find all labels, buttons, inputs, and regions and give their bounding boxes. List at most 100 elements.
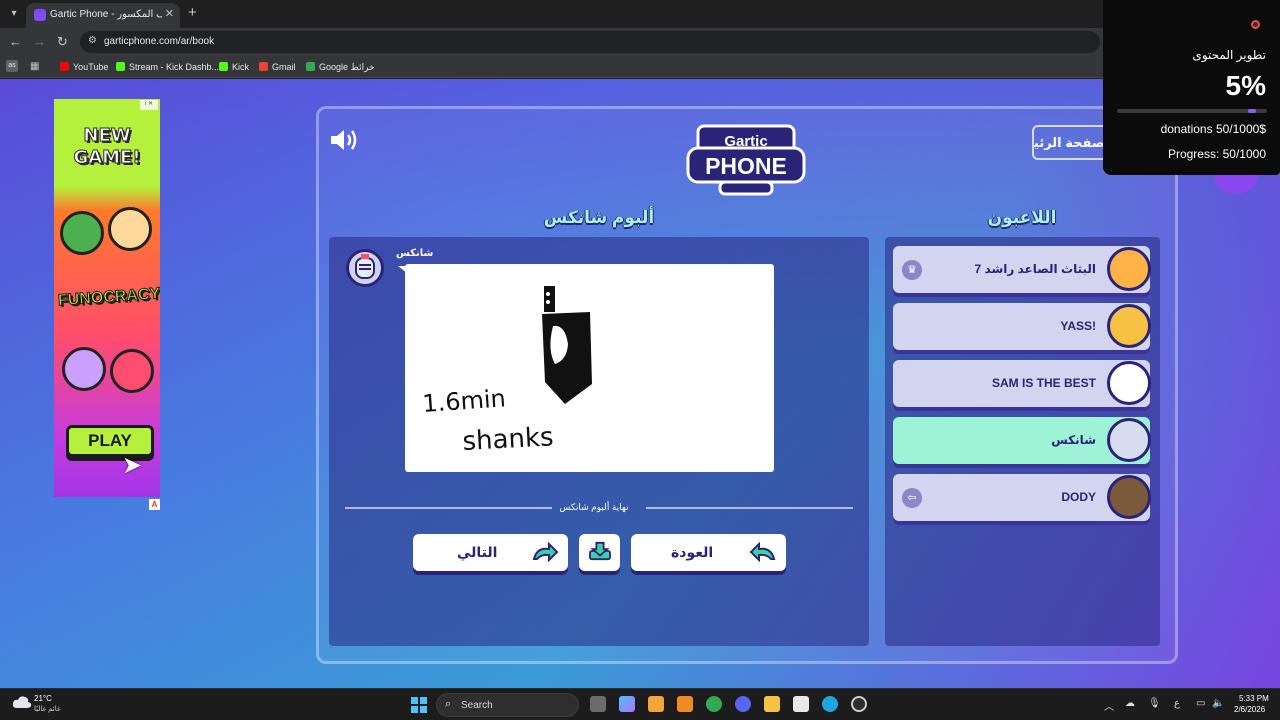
site-info-icon[interactable]: ⚙ bbox=[88, 35, 97, 46]
kick-player-icon[interactable]: ⇦ bbox=[902, 488, 922, 508]
copilot-icon[interactable] bbox=[619, 696, 635, 712]
bookmark-kick[interactable]: Kick bbox=[219, 60, 249, 74]
logo-line2: PHONE bbox=[705, 153, 787, 179]
network-icon[interactable]: ▭ bbox=[1196, 698, 1205, 709]
back-button-label: العودة bbox=[671, 544, 714, 560]
tab-active[interactable]: Gartic Phone - الهاتف المكسور ✕ bbox=[26, 3, 180, 28]
bookmark-google-maps[interactable]: Google خرائط bbox=[306, 60, 375, 74]
volume-icon[interactable] bbox=[329, 127, 359, 153]
player-row[interactable]: شانكس bbox=[893, 417, 1151, 464]
player-avatar bbox=[1107, 475, 1151, 519]
angry-character-icon bbox=[110, 349, 154, 393]
player-name: DODY bbox=[1061, 490, 1096, 504]
knight-helmet-icon bbox=[355, 254, 375, 279]
tray-chevron-icon[interactable]: ︿ bbox=[1104, 698, 1114, 713]
player-name: البثاث الصاعد راشد 7 bbox=[974, 262, 1096, 276]
crown-icon[interactable]: ♛ bbox=[902, 260, 922, 280]
gartic-favicon-icon bbox=[34, 9, 46, 21]
bookmark-label: Stream - Kick Dashb... bbox=[129, 62, 220, 72]
tab-strip: ▾ Gartic Phone - الهاتف المكسور ✕ + bbox=[0, 0, 1280, 28]
taskbar-search[interactable]: ⌕ Search bbox=[436, 693, 579, 717]
player-row[interactable]: DODY ⇦ bbox=[893, 474, 1151, 521]
progress-fill bbox=[1248, 109, 1256, 113]
obs-icon[interactable] bbox=[851, 696, 867, 712]
player-row[interactable]: البثاث الصاعد راشد 7 ♛ bbox=[893, 246, 1151, 293]
app-notification-icon[interactable] bbox=[648, 696, 664, 712]
forward-button[interactable]: → bbox=[33, 34, 46, 49]
back-button-game[interactable]: العودة bbox=[631, 534, 786, 571]
chrome-icon[interactable] bbox=[706, 696, 722, 712]
vlc-icon[interactable] bbox=[677, 696, 693, 712]
apps-grid-icon[interactable]: ▦ bbox=[30, 61, 39, 72]
record-icon bbox=[1251, 20, 1260, 29]
tab-title: Gartic Phone - الهاتف المكسور bbox=[50, 9, 162, 20]
kick-icon bbox=[219, 62, 228, 71]
download-icon bbox=[589, 541, 611, 561]
knight-avatar bbox=[346, 249, 384, 287]
player-avatar bbox=[1107, 418, 1151, 462]
speaker-icon[interactable]: 🔈 bbox=[1212, 698, 1224, 709]
new-tab-button[interactable]: + bbox=[188, 4, 197, 21]
player-name: SAM IS THE BEST bbox=[991, 376, 1096, 390]
player-name: !YASS bbox=[1060, 319, 1096, 333]
tab-close-icon[interactable]: ✕ bbox=[165, 7, 174, 20]
ad-logo: FUNOCRACY bbox=[57, 285, 160, 310]
advertisement[interactable]: i ✕ NEW GAME! FUNOCRACY PLAY ➤ bbox=[54, 99, 160, 497]
player-row[interactable]: !YASS bbox=[893, 303, 1151, 350]
bearded-character-icon bbox=[62, 347, 106, 391]
ad-title: NEW GAME! bbox=[73, 125, 141, 169]
file-explorer-icon[interactable] bbox=[764, 696, 780, 712]
bookmarks-bar: as ▦ YouTube Stream - Kick Dashb... Kick… bbox=[0, 56, 1280, 78]
address-bar[interactable]: ⚙ garticphone.com/ar/book bbox=[80, 31, 1100, 53]
discord-icon[interactable] bbox=[735, 696, 751, 712]
drawing-text-1: 1.6min bbox=[421, 384, 506, 418]
player-row[interactable]: SAM IS THE BEST bbox=[893, 360, 1151, 407]
search-label: Search bbox=[461, 700, 493, 711]
bookmark-kick-dashboard[interactable]: Stream - Kick Dashb... bbox=[116, 60, 219, 74]
logo-line1: Gartic bbox=[724, 133, 767, 150]
reload-button[interactable]: ↻ bbox=[57, 34, 68, 50]
next-button[interactable]: التالي bbox=[413, 534, 568, 571]
gmail-icon bbox=[259, 62, 268, 71]
player-avatar bbox=[1107, 247, 1151, 291]
weather-desc: غائم غالبًا bbox=[34, 706, 61, 713]
browser-toolbar: ← → ↻ ⚙ garticphone.com/ar/book bbox=[0, 28, 1280, 56]
windows-start-icon[interactable] bbox=[411, 697, 427, 713]
donation-overlay: تطوير المحتوى 5% donations 50/1000$ Prog… bbox=[1103, 0, 1280, 175]
maps-icon bbox=[306, 62, 315, 71]
progress-line: Progress: 50/1000 bbox=[1167, 147, 1266, 161]
players-title: اللاعبون bbox=[987, 208, 1057, 227]
bookmark-label: Gmail bbox=[272, 62, 296, 72]
edge-icon[interactable] bbox=[822, 696, 838, 712]
thumbs-up-character-icon bbox=[60, 211, 104, 255]
microphone-icon[interactable]: 🎙 bbox=[1148, 698, 1161, 709]
clock-date[interactable]: 2/6/2026 bbox=[1234, 705, 1265, 714]
back-button[interactable]: ← bbox=[9, 34, 22, 49]
adchoices-icon[interactable]: A bbox=[149, 499, 160, 510]
download-button[interactable] bbox=[579, 534, 620, 571]
bookmark-youtube[interactable]: YouTube bbox=[60, 60, 108, 74]
youtube-icon bbox=[60, 62, 69, 71]
end-divider-left bbox=[345, 507, 552, 509]
cursor-icon: ➤ bbox=[122, 452, 143, 479]
end-of-album-label: نهاية ألبوم شانكس bbox=[559, 502, 629, 512]
overlay-title: تطوير المحتوى bbox=[1192, 48, 1266, 62]
donations-line: donations 50/1000$ bbox=[1160, 122, 1266, 136]
tab-search-button[interactable]: ▾ bbox=[6, 6, 22, 22]
language-indicator[interactable]: ع bbox=[1174, 698, 1180, 709]
player-avatar bbox=[1107, 304, 1151, 348]
address-url: garticphone.com/ar/book bbox=[104, 36, 215, 47]
store-icon[interactable] bbox=[793, 696, 809, 712]
ad-info-badge[interactable]: i ✕ bbox=[140, 100, 158, 110]
next-button-label: التالي bbox=[457, 544, 498, 560]
task-view-icon[interactable] bbox=[590, 696, 606, 712]
taskbar: 21°C غائم غالبًا ⌕ Search ︿ ☁ 🎙 ع ▭ 🔈 5:… bbox=[0, 688, 1280, 720]
player-avatar bbox=[1107, 361, 1151, 405]
end-divider-right bbox=[646, 507, 853, 509]
profile-avatar[interactable]: as bbox=[6, 60, 18, 72]
clock-time[interactable]: 5:33 PM bbox=[1239, 694, 1269, 703]
cloud-icon[interactable] bbox=[12, 695, 32, 709]
onedrive-icon[interactable]: ☁ bbox=[1125, 698, 1135, 709]
bookmark-gmail[interactable]: Gmail bbox=[259, 60, 296, 74]
back-arrow-icon bbox=[749, 542, 776, 562]
